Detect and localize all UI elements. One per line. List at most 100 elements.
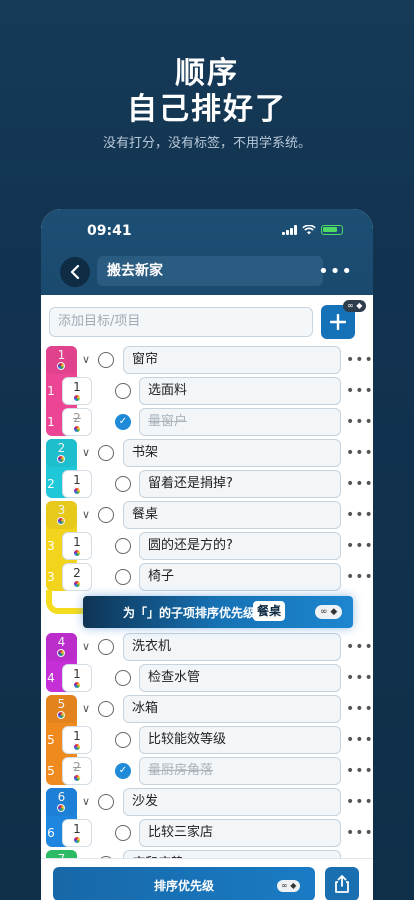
- sub-rank-badge[interactable]: 2: [62, 757, 92, 785]
- sub-number: 1: [73, 729, 81, 743]
- complete-circle[interactable]: [115, 670, 131, 686]
- status-time: 09:41: [87, 223, 132, 239]
- group-title[interactable]: 洗衣机: [123, 633, 341, 661]
- project-title-field[interactable]: 搬去新家: [97, 256, 323, 286]
- sort-priority-button[interactable]: 排序优先级 ∞ ◆: [53, 867, 315, 900]
- sort-infinity-badge: ∞ ◆: [277, 880, 301, 892]
- rank-badge[interactable]: 2: [46, 439, 77, 467]
- chevron-left-icon: [70, 265, 80, 279]
- row-more-button[interactable]: •••: [346, 670, 373, 686]
- sub-rank-number: 5: [47, 764, 55, 778]
- rank-badge[interactable]: 6: [46, 788, 77, 816]
- complete-circle[interactable]: [115, 476, 131, 492]
- complete-circle[interactable]: [98, 445, 114, 461]
- rank-number: 2: [57, 441, 66, 455]
- sub-item[interactable]: 比较三家店: [139, 819, 341, 847]
- group-title[interactable]: 餐桌: [123, 501, 341, 529]
- chevron-down-icon[interactable]: ∨: [82, 795, 90, 808]
- chevron-down-icon[interactable]: ∨: [82, 508, 90, 521]
- sub-rank-badge[interactable]: 2: [62, 563, 92, 591]
- rank-badge[interactable]: 3: [46, 501, 77, 529]
- complete-circle[interactable]: [115, 732, 131, 748]
- row-more-button[interactable]: •••: [346, 445, 373, 461]
- color-wheel-icon: [73, 425, 81, 433]
- row-more-button[interactable]: •••: [346, 383, 373, 399]
- complete-circle[interactable]: [115, 825, 131, 841]
- sub-rank-badge[interactable]: 1: [62, 377, 92, 405]
- complete-circle[interactable]: [115, 538, 131, 554]
- color-wheel-icon: [73, 487, 81, 495]
- sub-item[interactable]: 量窗户: [139, 408, 341, 436]
- sub-item[interactable]: 检查水管: [139, 664, 341, 692]
- sub-rank-number: 1: [47, 415, 55, 429]
- complete-circle[interactable]: [98, 701, 114, 717]
- rank-badge[interactable]: 5: [46, 695, 77, 723]
- row-more-button[interactable]: •••: [346, 701, 373, 717]
- sub-rank-badge[interactable]: 2: [62, 408, 92, 436]
- complete-circle[interactable]: [98, 352, 114, 368]
- sub-item[interactable]: 比较能效等级: [139, 726, 341, 754]
- more-menu-button[interactable]: •••: [318, 261, 353, 282]
- share-button[interactable]: [325, 867, 359, 900]
- back-button[interactable]: [60, 257, 90, 287]
- sub-item[interactable]: 留着还是捐掉?: [139, 470, 341, 498]
- sub-rank-badge[interactable]: 1: [62, 726, 92, 754]
- group-title[interactable]: 窗帘: [123, 346, 341, 374]
- row-more-button[interactable]: •••: [346, 414, 373, 430]
- rank-number: 1: [57, 348, 66, 362]
- check-icon[interactable]: ✓: [115, 763, 131, 779]
- row-more-button[interactable]: •••: [346, 794, 373, 810]
- sub-number: 1: [73, 380, 81, 394]
- row-more-button[interactable]: •••: [346, 732, 373, 748]
- color-wheel-icon: [73, 394, 81, 402]
- sub-rank-number: 3: [47, 539, 55, 553]
- complete-circle[interactable]: [115, 569, 131, 585]
- complete-circle[interactable]: [98, 507, 114, 523]
- check-icon[interactable]: ✓: [115, 414, 131, 430]
- sub-rank-number: 1: [47, 384, 55, 398]
- group-title[interactable]: 冰箱: [123, 695, 341, 723]
- chevron-down-icon[interactable]: ∨: [82, 446, 90, 459]
- complete-circle[interactable]: [115, 383, 131, 399]
- sort-subitems-banner[interactable]: 为「」的子项排序优先级 餐桌 ∞ ◆: [41, 590, 373, 630]
- row-more-button[interactable]: •••: [346, 569, 373, 585]
- group-title[interactable]: 书架: [123, 439, 341, 467]
- group-title[interactable]: 沙发: [123, 788, 341, 816]
- row-more-button[interactable]: •••: [346, 639, 373, 655]
- sub-item[interactable]: 圆的还是方的?: [139, 532, 341, 560]
- chevron-down-icon[interactable]: ∨: [82, 353, 90, 366]
- chevron-down-icon[interactable]: ∨: [82, 640, 90, 653]
- sub-item[interactable]: 选面料: [139, 377, 341, 405]
- sub-rank-number: 2: [47, 477, 55, 491]
- rank-badge[interactable]: 1: [46, 346, 77, 374]
- promo-title-line2: 自己排好了: [127, 92, 287, 127]
- rank-number: 6: [57, 790, 66, 804]
- row-more-button[interactable]: •••: [346, 763, 373, 779]
- promo-subtitle: 没有打分，没有标签，不用学系统。: [102, 136, 311, 151]
- color-wheel-icon: [57, 517, 65, 525]
- chevron-down-icon[interactable]: ∨: [82, 702, 90, 715]
- sub-number: 2: [73, 760, 81, 774]
- sub-item[interactable]: 椅子: [139, 563, 341, 591]
- rank-badge[interactable]: 4: [46, 633, 77, 661]
- promo-title: 顺序 自己排好了: [0, 56, 414, 128]
- row-more-button[interactable]: •••: [346, 507, 373, 523]
- sub-rank-badge[interactable]: 1: [62, 664, 92, 692]
- promo-title-line1: 顺序: [175, 56, 239, 91]
- sub-rank-number: 3: [47, 570, 55, 584]
- sub-number: 2: [73, 566, 81, 580]
- row-more-button[interactable]: •••: [346, 825, 373, 841]
- sub-item[interactable]: 量厨房角落: [139, 757, 341, 785]
- row-more-button[interactable]: •••: [346, 352, 373, 368]
- sub-rank-badge[interactable]: 1: [62, 470, 92, 498]
- banner-bar[interactable]: 为「」的子项排序优先级 餐桌 ∞ ◆: [83, 596, 353, 628]
- complete-circle[interactable]: [98, 639, 114, 655]
- row-more-button[interactable]: •••: [346, 538, 373, 554]
- add-goal-input[interactable]: 添加目标/项目: [49, 307, 313, 337]
- sub-number: 1: [73, 535, 81, 549]
- sub-rank-badge[interactable]: 1: [62, 819, 92, 847]
- plus-icon: [330, 314, 346, 330]
- sub-rank-badge[interactable]: 1: [62, 532, 92, 560]
- row-more-button[interactable]: •••: [346, 476, 373, 492]
- complete-circle[interactable]: [98, 794, 114, 810]
